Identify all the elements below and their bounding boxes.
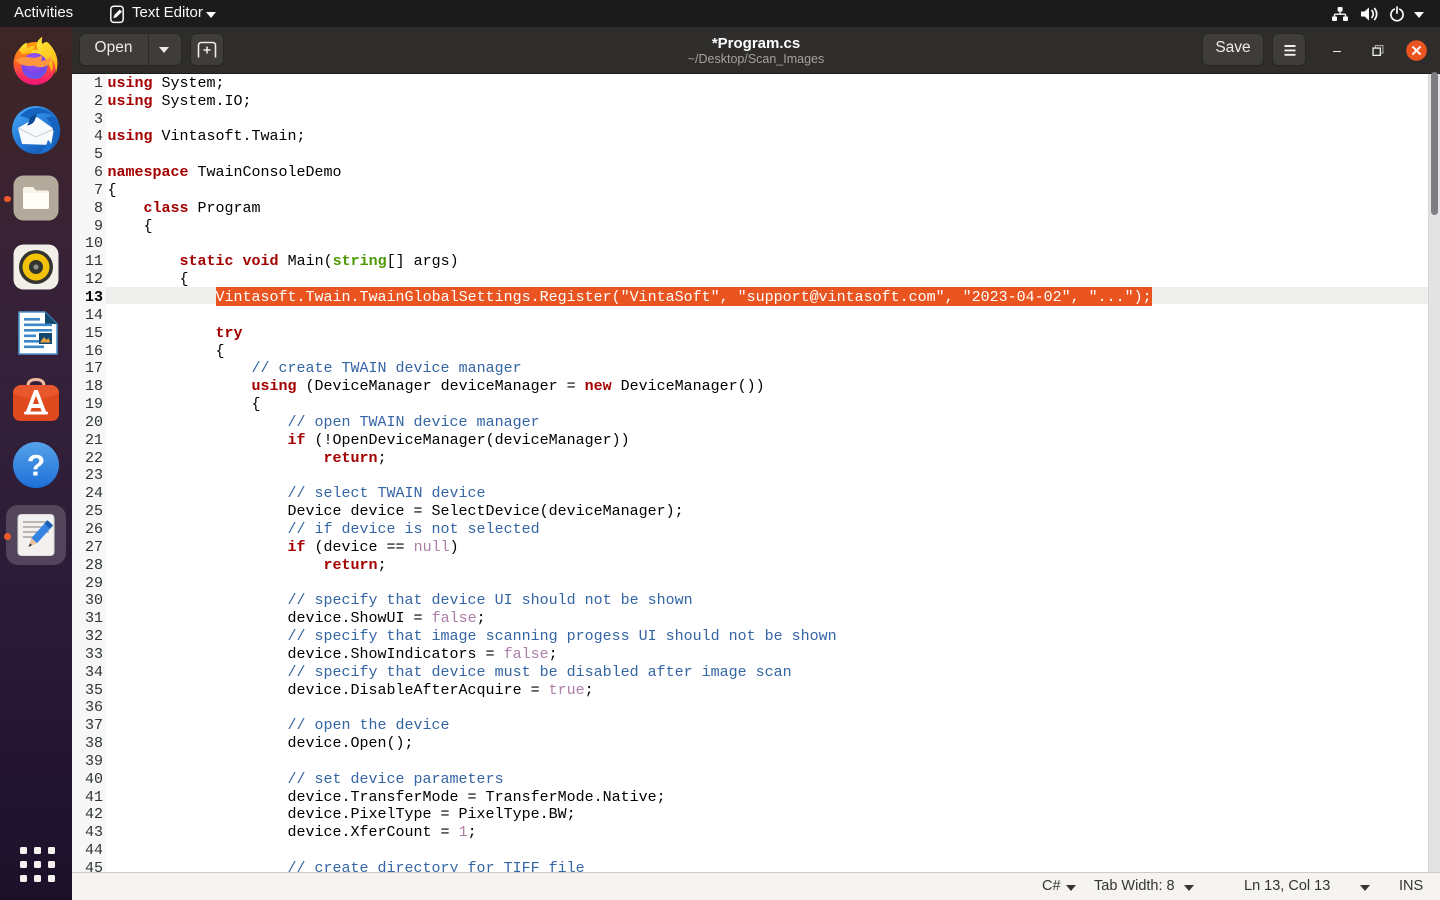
svg-text:?: ? [27,450,45,483]
